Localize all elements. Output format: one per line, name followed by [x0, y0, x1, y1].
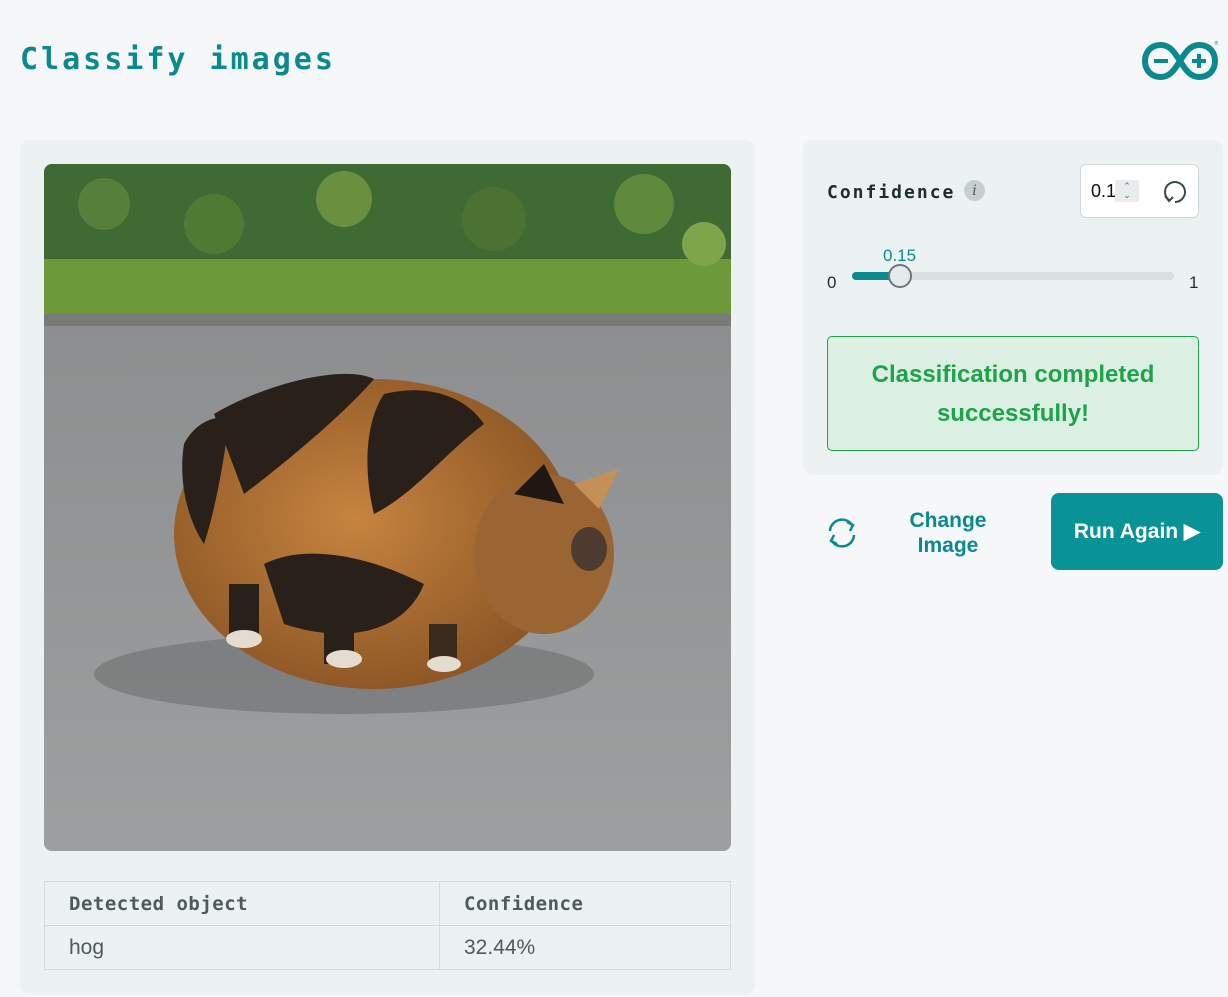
- confidence-input[interactable]: [1091, 179, 1117, 203]
- results-table: Detected object Confidence hog 32.44%: [44, 881, 731, 970]
- table-row: hog 32.44%: [44, 925, 731, 970]
- confidence-slider[interactable]: [852, 264, 1174, 288]
- settings-panel: Confidence i ⌃⌄ 0.15 0 1 Classification …: [803, 140, 1223, 475]
- slider-thumb[interactable]: [888, 264, 913, 288]
- slider-max-label: 1: [1189, 273, 1199, 292]
- change-image-button[interactable]: Change Image: [822, 505, 1002, 561]
- reset-icon[interactable]: [1161, 178, 1189, 206]
- slider-value-label: 0.15: [883, 246, 917, 265]
- table-header-row: Detected object Confidence: [44, 881, 731, 926]
- svg-text:®: ®: [1214, 40, 1218, 47]
- arduino-logo-icon: ®: [1142, 40, 1218, 81]
- column-header-confidence: Confidence: [439, 881, 731, 926]
- info-icon[interactable]: i: [964, 180, 985, 201]
- run-again-button[interactable]: Run Again ▶: [1051, 493, 1223, 570]
- confidence-label: Confidence: [827, 182, 956, 203]
- refresh-icon: [828, 518, 856, 548]
- change-image-label: Change Image: [909, 509, 987, 557]
- detected-object-cell: hog: [44, 925, 440, 970]
- pig-photo: [44, 164, 731, 851]
- confidence-number-box: ⌃⌄: [1080, 164, 1199, 218]
- spinner-arrows-icon[interactable]: ⌃ ⌄: [1115, 180, 1139, 202]
- slider-min-label: 0: [827, 273, 837, 292]
- page-title: Classify images: [20, 42, 336, 77]
- confidence-cell: 32.44%: [439, 925, 731, 970]
- status-message: Classification completed successfully!: [827, 336, 1199, 451]
- column-header-detected-object: Detected object: [44, 881, 440, 926]
- image-panel: Detected object Confidence hog 32.44%: [20, 140, 755, 995]
